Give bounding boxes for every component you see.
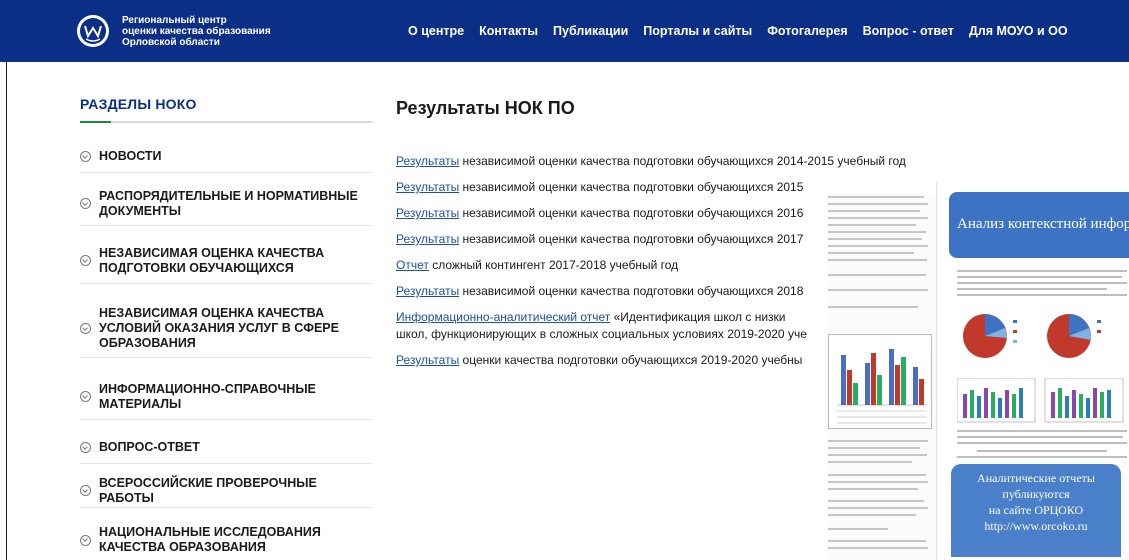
sidebar-item-service-conditions-assessment[interactable]: НЕЗАВИСИМАЯ ОЦЕНКА КАЧЕСТВА УСЛОВИЙ ОКАЗ…: [80, 300, 372, 358]
orcoko-logo-icon[interactable]: [76, 14, 110, 48]
label-line: НОВОСТИ: [99, 149, 162, 163]
label-line: НАЦИОНАЛЬНЫЕ ИССЛЕДОВАНИЯ: [99, 525, 321, 539]
nav-contacts[interactable]: Контакты: [479, 24, 538, 38]
label-line: РАСПОРЯДИТЕЛЬНЫЕ И НОРМАТИВНЫЕ: [99, 188, 358, 203]
sidebar-item-label: ВСЕРОССИЙСКИЕ ПРОВЕРОЧНЫЕ РАБОТЫ: [99, 476, 372, 506]
result-row-2016: Результаты независимой оценки качества п…: [396, 206, 826, 220]
analysis-slide-preview: Анализ контекстной информации: [936, 182, 1129, 560]
sidebar-item-national-studies[interactable]: НАЦИОНАЛЬНЫЕ ИССЛЕДОВАНИЯ КАЧЕСТВА ОБРАЗ…: [80, 520, 372, 560]
chevron-circle-icon: [80, 391, 91, 402]
label-line: ПОДГОТОВКИ ОБУЧАЮЩИХСЯ: [99, 260, 294, 275]
report-bar-chart-thumbnail: [828, 334, 932, 429]
results-link[interactable]: Результаты: [396, 353, 459, 367]
sidebar-item-label: НЕЗАВИСИМАЯ ОЦЕНКА КАЧЕСТВА УСЛОВИЙ ОКАЗ…: [99, 306, 339, 351]
pie-charts-thumbnail: [963, 314, 1101, 358]
result-description: независимой оценки качества подготовки о…: [459, 232, 804, 246]
result-row-2015: Результаты независимой оценки качества п…: [396, 180, 826, 194]
sidebar-item-label: РАСПОРЯДИТЕЛЬНЫЕ И НОРМАТИВНЫЕ ДОКУМЕНТЫ: [99, 189, 358, 219]
sidebar-item-label: ВОПРОС-ОТВЕТ: [99, 440, 200, 455]
nav-gallery[interactable]: Фотогалерея: [767, 24, 847, 38]
sidebar-divider-accent: [80, 121, 111, 123]
chevron-circle-icon: [80, 151, 91, 162]
label-line: НЕЗАВИСИМАЯ ОЦЕНКА КАЧЕСТВА: [99, 245, 325, 260]
footer-line-1: Аналитические отчеты: [977, 471, 1095, 485]
sidebar-item-label: НОВОСТИ: [99, 149, 162, 164]
nav-portals[interactable]: Порталы и сайты: [643, 24, 752, 38]
label-line: НЕЗАВИСИМАЯ ОЦЕНКА КАЧЕСТВА: [99, 306, 325, 320]
nav-for-schools[interactable]: Для МОУО и ОО: [969, 24, 1068, 38]
brand-name[interactable]: Региональный центр оценки качества образ…: [122, 15, 271, 48]
nav-faq[interactable]: Вопрос - ответ: [863, 24, 954, 38]
results-link[interactable]: Результаты: [396, 180, 459, 194]
chevron-circle-icon: [80, 255, 91, 266]
result-description: «Идентификация школ с низки: [610, 310, 786, 324]
chevron-circle-icon: [80, 198, 91, 209]
sidebar-item-vpr[interactable]: ВСЕРОССИЙСКИЕ ПРОВЕРОЧНЫЕ РАБОТЫ: [80, 474, 372, 508]
sidebar-item-label: НАЦИОНАЛЬНЫЕ ИССЛЕДОВАНИЯ КАЧЕСТВА ОБРАЗ…: [99, 525, 321, 555]
analytical-report-link[interactable]: Информационно-аналитический отчет: [396, 310, 610, 324]
chevron-circle-icon: [80, 442, 91, 453]
sidebar-divider: [80, 121, 372, 123]
analytical-report-row-continued: школ, функционирующих в сложных социальн…: [396, 327, 826, 341]
label-line: УСЛОВИЙ ОКАЗАНИЯ УСЛУГ В СФЕРЕ: [99, 321, 339, 335]
result-row-2014: Результаты независимой оценки качества п…: [396, 154, 1129, 168]
bar-charts-thumbnail: [957, 378, 1124, 423]
result-description: независимой оценки качества подготовки о…: [459, 206, 804, 220]
analytical-report-row: Информационно-аналитический отчет «Идент…: [396, 310, 826, 324]
label-line: МАТЕРИАЛЫ: [99, 396, 182, 411]
report-link[interactable]: Отчет: [396, 258, 429, 272]
result-description: независимой оценки качества подготовки о…: [459, 154, 906, 168]
footer-line-4: http://www.orcoko.ru: [984, 519, 1088, 533]
brand-line-3: Орловской области: [122, 37, 220, 48]
label-line: ДОКУМЕНТЫ: [99, 203, 181, 218]
sidebar-title: РАЗДЕЛЫ НОКО: [80, 96, 197, 112]
site-header: Региональный центр оценки качества образ…: [0, 0, 1129, 62]
sidebar-item-reference-materials[interactable]: ИНФОРМАЦИОННО-СПРАВОЧНЫЕ МАТЕРИАЛЫ: [80, 374, 372, 420]
label-line: ВСЕРОССИЙСКИЕ ПРОВЕРОЧНЫЕ РАБОТЫ: [99, 475, 317, 505]
slide-footer-callout: Аналитические отчеты публикуются на сайт…: [951, 464, 1121, 557]
report-page-preview: [826, 194, 936, 560]
sidebar-item-faq[interactable]: ВОПРОС-ОТВЕТ: [80, 432, 372, 464]
label-line: ВОПРОС-ОТВЕТ: [99, 440, 200, 454]
slide-banner-title: Анализ контекстной информации: [957, 216, 1129, 232]
label-line: КАЧЕСТВА ОБРАЗОВАНИЯ: [99, 540, 266, 554]
sidebar-item-label: ИНФОРМАЦИОННО-СПРАВОЧНЫЕ МАТЕРИАЛЫ: [99, 382, 316, 412]
results-link[interactable]: Результаты: [396, 284, 459, 298]
slide-banner: Анализ контекстной информации: [949, 192, 1129, 258]
footer-line-3: на сайте ОРЦОКО: [988, 503, 1084, 517]
main-nav: О центре Контакты Публикации Порталы и с…: [408, 0, 1068, 62]
sidebar-item-student-assessment[interactable]: НЕЗАВИСИМАЯ ОЦЕНКА КАЧЕСТВА ПОДГОТОВКИ О…: [80, 238, 372, 284]
sidebar-item-label: НЕЗАВИСИМАЯ ОЦЕНКА КАЧЕСТВА ПОДГОТОВКИ О…: [99, 246, 324, 276]
label-line: ОБРАЗОВАНИЯ: [99, 336, 196, 350]
results-link[interactable]: Результаты: [396, 232, 459, 246]
footer-line-2: публикуются: [1002, 487, 1070, 501]
sidebar-item-news[interactable]: НОВОСТИ: [80, 141, 372, 173]
chevron-circle-icon: [80, 485, 91, 496]
results-link[interactable]: Результаты: [396, 206, 459, 220]
result-row-2018: Результаты независимой оценки качества п…: [396, 284, 826, 298]
report-row-complex-contingent: Отчет сложный контингент 2017-2018 учебн…: [396, 258, 826, 272]
brand-line-2: оценки качества образования: [122, 26, 271, 37]
result-row-2019-2020: Результаты оценки качества подготовки об…: [396, 353, 826, 367]
sidebar-item-regulatory-documents[interactable]: РАСПОРЯДИТЕЛЬНЫЕ И НОРМАТИВНЫЕ ДОКУМЕНТЫ: [80, 182, 372, 226]
result-description: оценки качества подготовки обучающихся 2…: [459, 353, 803, 367]
nav-publications[interactable]: Публикации: [553, 24, 628, 38]
result-description: независимой оценки качества подготовки о…: [459, 284, 804, 298]
page-title: Результаты НОК ПО: [396, 98, 575, 118]
result-description: сложный контингент 2017-2018 учебный год: [428, 258, 679, 272]
result-description-line2: школ, функционирующих в сложных социальн…: [396, 327, 807, 341]
left-border: [6, 62, 7, 560]
chevron-circle-icon: [80, 323, 91, 334]
nav-about[interactable]: О центре: [408, 24, 464, 38]
result-description: независимой оценки качества подготовки о…: [459, 180, 804, 194]
results-link[interactable]: Результаты: [396, 154, 459, 168]
result-row-2017: Результаты независимой оценки качества п…: [396, 232, 826, 246]
chevron-circle-icon: [80, 534, 91, 546]
brand-line-1: Региональный центр: [122, 15, 227, 26]
label-line: ИНФОРМАЦИОННО-СПРАВОЧНЫЕ: [99, 381, 316, 396]
